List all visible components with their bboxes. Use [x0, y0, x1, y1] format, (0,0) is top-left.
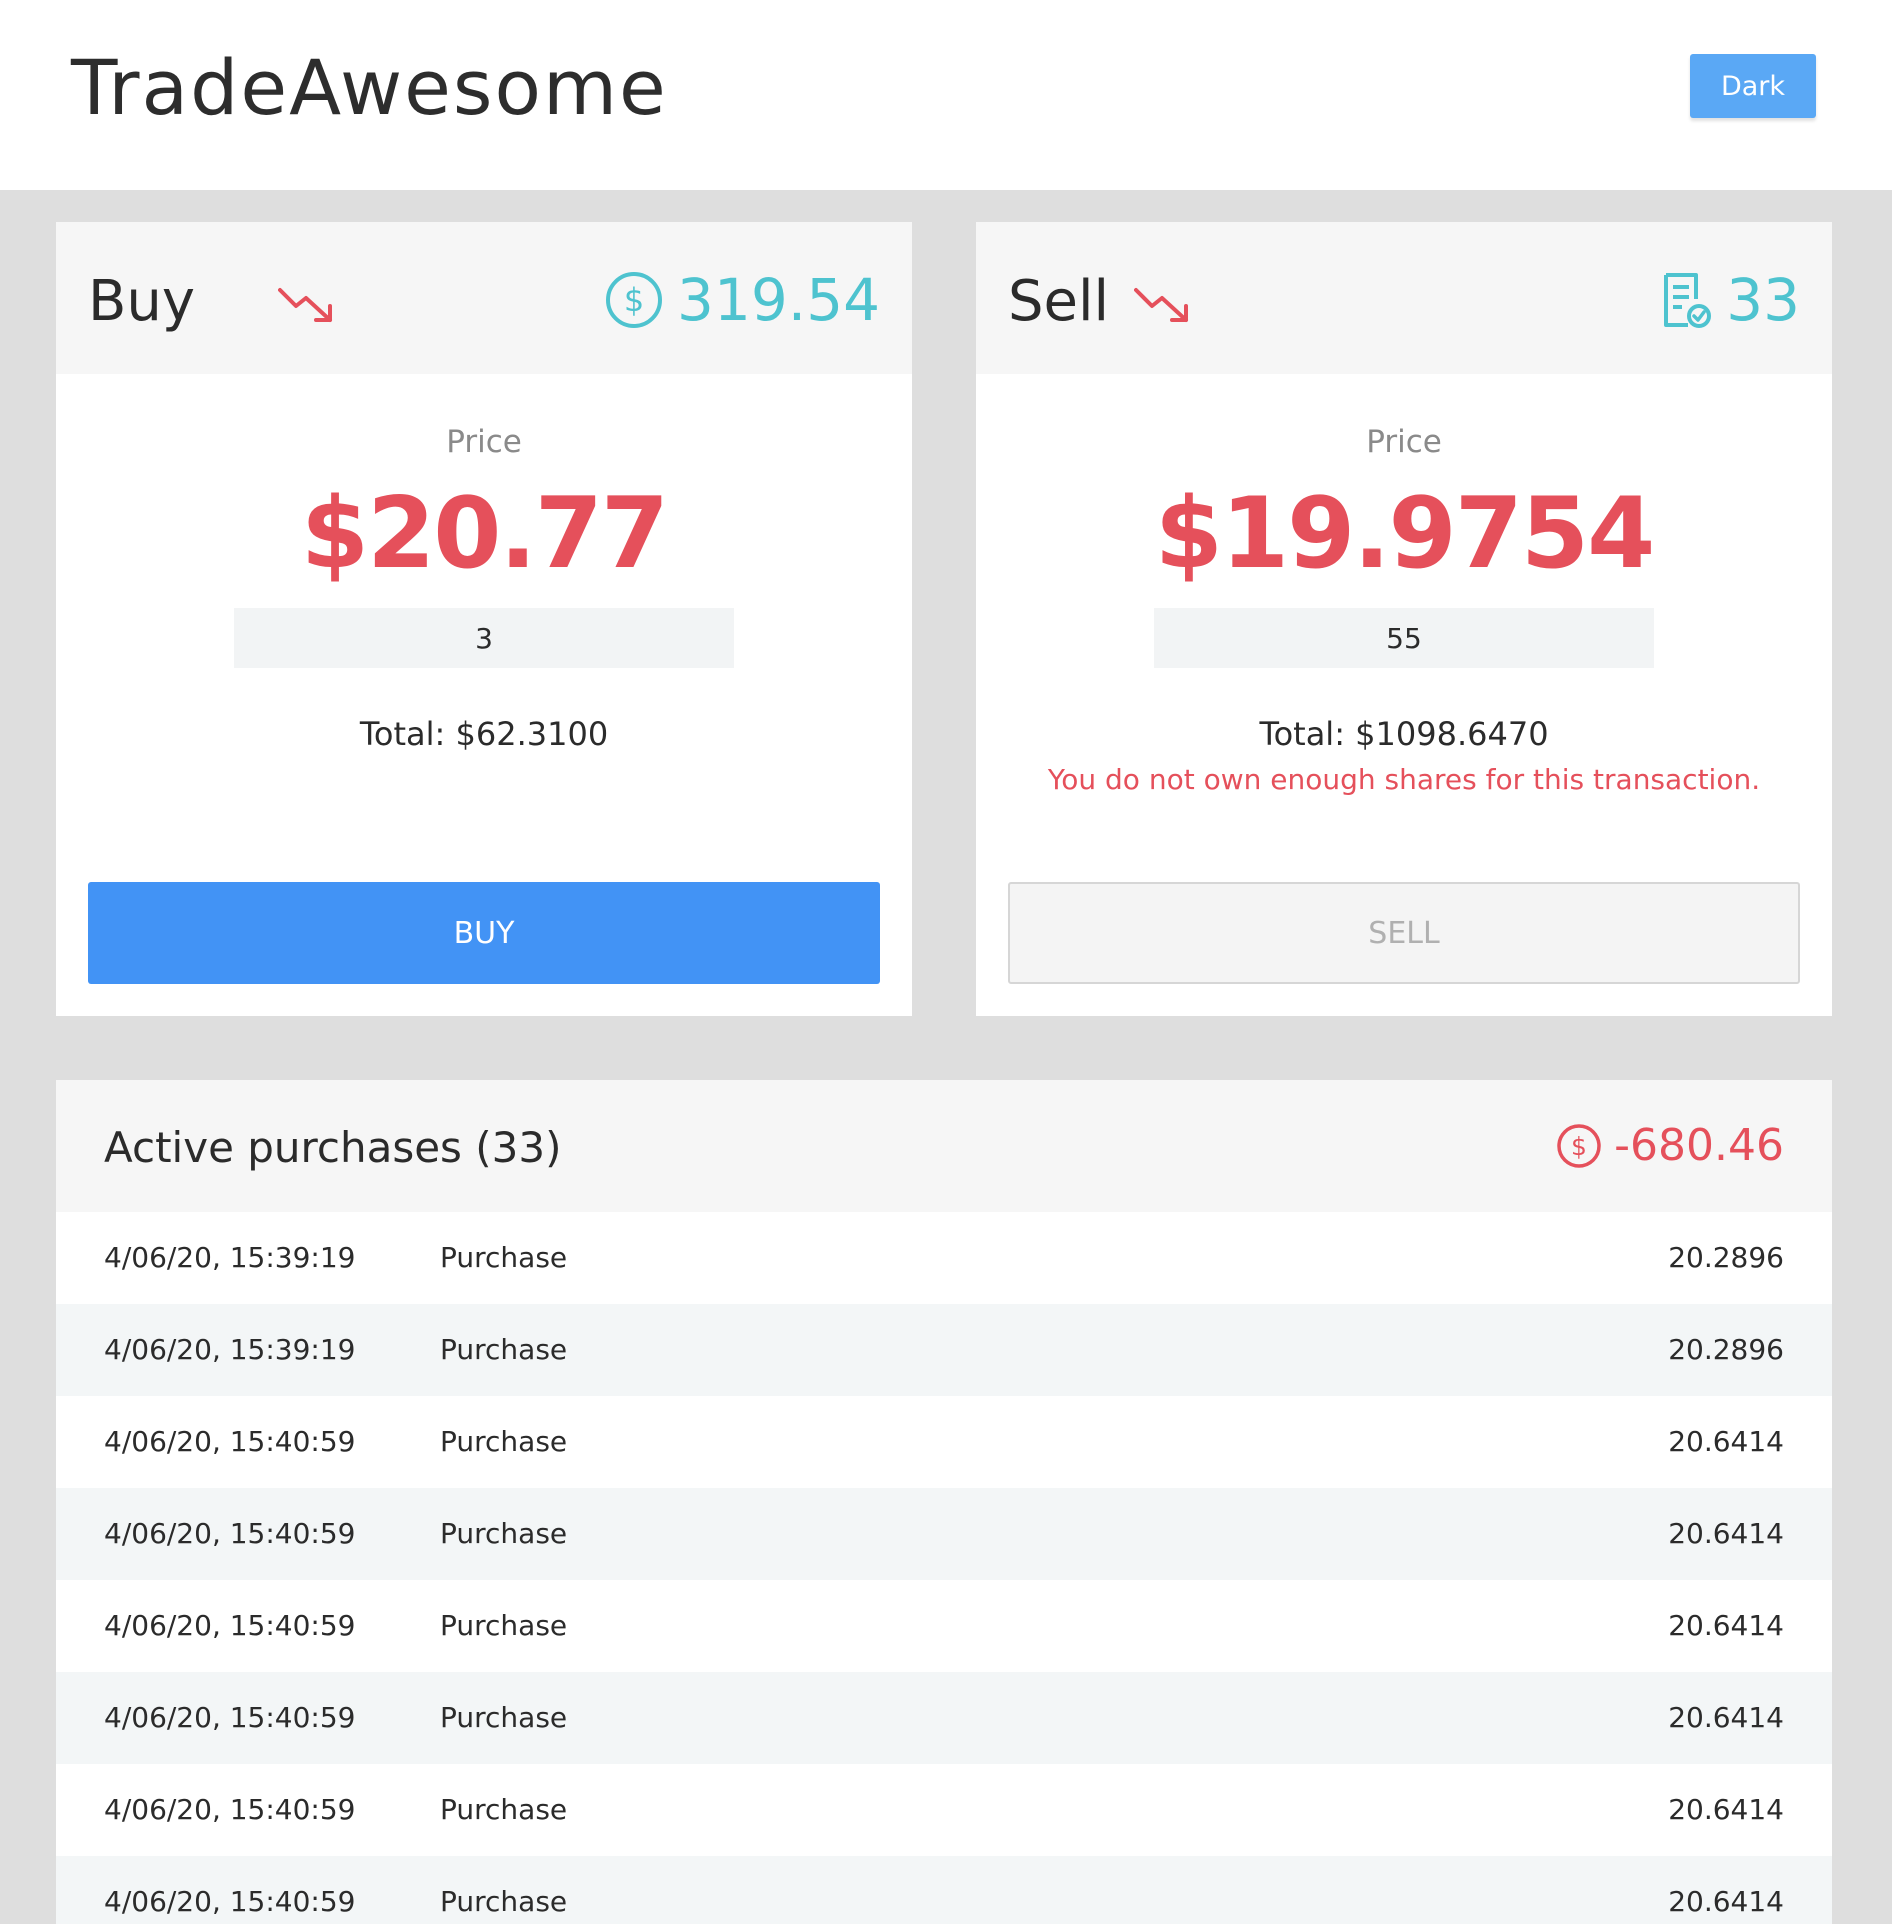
buy-price: $20.77 — [300, 477, 669, 591]
dollar-circle-icon: $ — [606, 272, 663, 328]
buy-title: Buy — [88, 269, 196, 334]
buy-balance: $ 319.54 — [605, 266, 880, 334]
row-type: Purchase — [440, 1333, 568, 1366]
row-amount: 20.6414 — [1668, 1885, 1784, 1918]
row-date: 4/06/20, 15:39:19 — [104, 1241, 356, 1274]
buy-quantity-input[interactable] — [234, 608, 734, 668]
sell-quantity-input[interactable] — [1154, 608, 1654, 668]
table-row[interactable]: 4/06/20, 15:39:19 Purchase 20.2896 — [56, 1304, 1832, 1396]
row-type: Purchase — [440, 1241, 568, 1274]
buy-balance-value: 319.54 — [677, 266, 880, 334]
row-type: Purchase — [440, 1885, 568, 1918]
row-date: 4/06/20, 15:40:59 — [104, 1425, 356, 1458]
trending-down-icon — [278, 288, 332, 322]
sell-shares-owned: 33 — [1662, 266, 1800, 334]
row-date: 4/06/20, 15:40:59 — [104, 1885, 356, 1918]
sell-shares-value: 33 — [1726, 266, 1800, 334]
sell-total: Total: $1098.6470 — [1259, 715, 1549, 753]
buy-card-header: Buy $ 319.54 — [56, 222, 912, 374]
table-row[interactable]: 4/06/20, 15:40:59 Purchase 20.6414 — [56, 1672, 1832, 1764]
app-title: TradeAwesome — [71, 43, 668, 132]
dollar-circle-icon: $ — [1557, 1124, 1601, 1168]
row-date: 4/06/20, 15:40:59 — [104, 1609, 356, 1642]
row-amount: 20.6414 — [1668, 1701, 1784, 1734]
table-row[interactable]: 4/06/20, 15:40:59 Purchase 20.6414 — [56, 1764, 1832, 1856]
table-row[interactable]: 4/06/20, 15:40:59 Purchase 20.6414 — [56, 1396, 1832, 1488]
row-type: Purchase — [440, 1701, 568, 1734]
row-type: Purchase — [440, 1517, 568, 1550]
sell-card-header: Sell 33 — [976, 222, 1832, 374]
row-amount: 20.2896 — [1668, 1333, 1784, 1366]
buy-price-label: Price — [446, 424, 522, 460]
row-date: 4/06/20, 15:39:19 — [104, 1333, 356, 1366]
sell-title: Sell — [1008, 269, 1110, 334]
row-amount: 20.6414 — [1668, 1425, 1784, 1458]
sell-error-message: You do not own enough shares for this tr… — [1047, 763, 1761, 796]
row-amount: 20.2896 — [1668, 1241, 1784, 1274]
table-row[interactable]: 4/06/20, 15:40:59 Purchase 20.6414 — [56, 1856, 1832, 1924]
purchases-profit-value: -680.46 — [1614, 1120, 1784, 1171]
row-date: 4/06/20, 15:40:59 — [104, 1517, 356, 1550]
sell-price-label: Price — [1366, 424, 1442, 460]
buy-total: Total: $62.3100 — [359, 715, 609, 753]
row-date: 4/06/20, 15:40:59 — [104, 1701, 356, 1734]
sell-card: Sell 33 Price $19.9754 Total: $1098.6470… — [976, 222, 1832, 1016]
dark-mode-button[interactable]: Dark — [1690, 54, 1816, 118]
row-type: Purchase — [440, 1425, 568, 1458]
svg-text:$: $ — [1571, 1132, 1587, 1161]
purchases-profit: $ -680.46 — [1556, 1118, 1784, 1174]
table-row[interactable]: 4/06/20, 15:40:59 Purchase 20.6414 — [56, 1488, 1832, 1580]
table-row[interactable]: 4/06/20, 15:40:59 Purchase 20.6414 — [56, 1580, 1832, 1672]
top-bar: TradeAwesome Dark — [0, 0, 1892, 190]
row-date: 4/06/20, 15:40:59 — [104, 1793, 356, 1826]
row-amount: 20.6414 — [1668, 1517, 1784, 1550]
buy-button[interactable]: BUY — [88, 882, 880, 984]
row-type: Purchase — [440, 1793, 568, 1826]
buy-card: Buy $ 319.54 Price $20.77 Total: $62.310… — [56, 222, 912, 1016]
sell-price: $19.9754 — [1154, 477, 1656, 591]
svg-text:$: $ — [624, 281, 644, 319]
sell-button[interactable]: SELL — [1008, 882, 1800, 984]
active-purchases-header: Active purchases (33) $ -680.46 — [56, 1080, 1832, 1212]
table-row[interactable]: 4/06/20, 15:39:19 Purchase 20.2896 — [56, 1212, 1832, 1304]
active-purchases-title: Active purchases (33) — [104, 1123, 562, 1172]
row-type: Purchase — [440, 1609, 568, 1642]
row-amount: 20.6414 — [1668, 1609, 1784, 1642]
receipt-check-icon — [1664, 273, 1712, 328]
trending-down-icon — [1134, 288, 1188, 322]
row-amount: 20.6414 — [1668, 1793, 1784, 1826]
active-purchases-panel: Active purchases (33) $ -680.46 4/06/20,… — [56, 1080, 1832, 1924]
